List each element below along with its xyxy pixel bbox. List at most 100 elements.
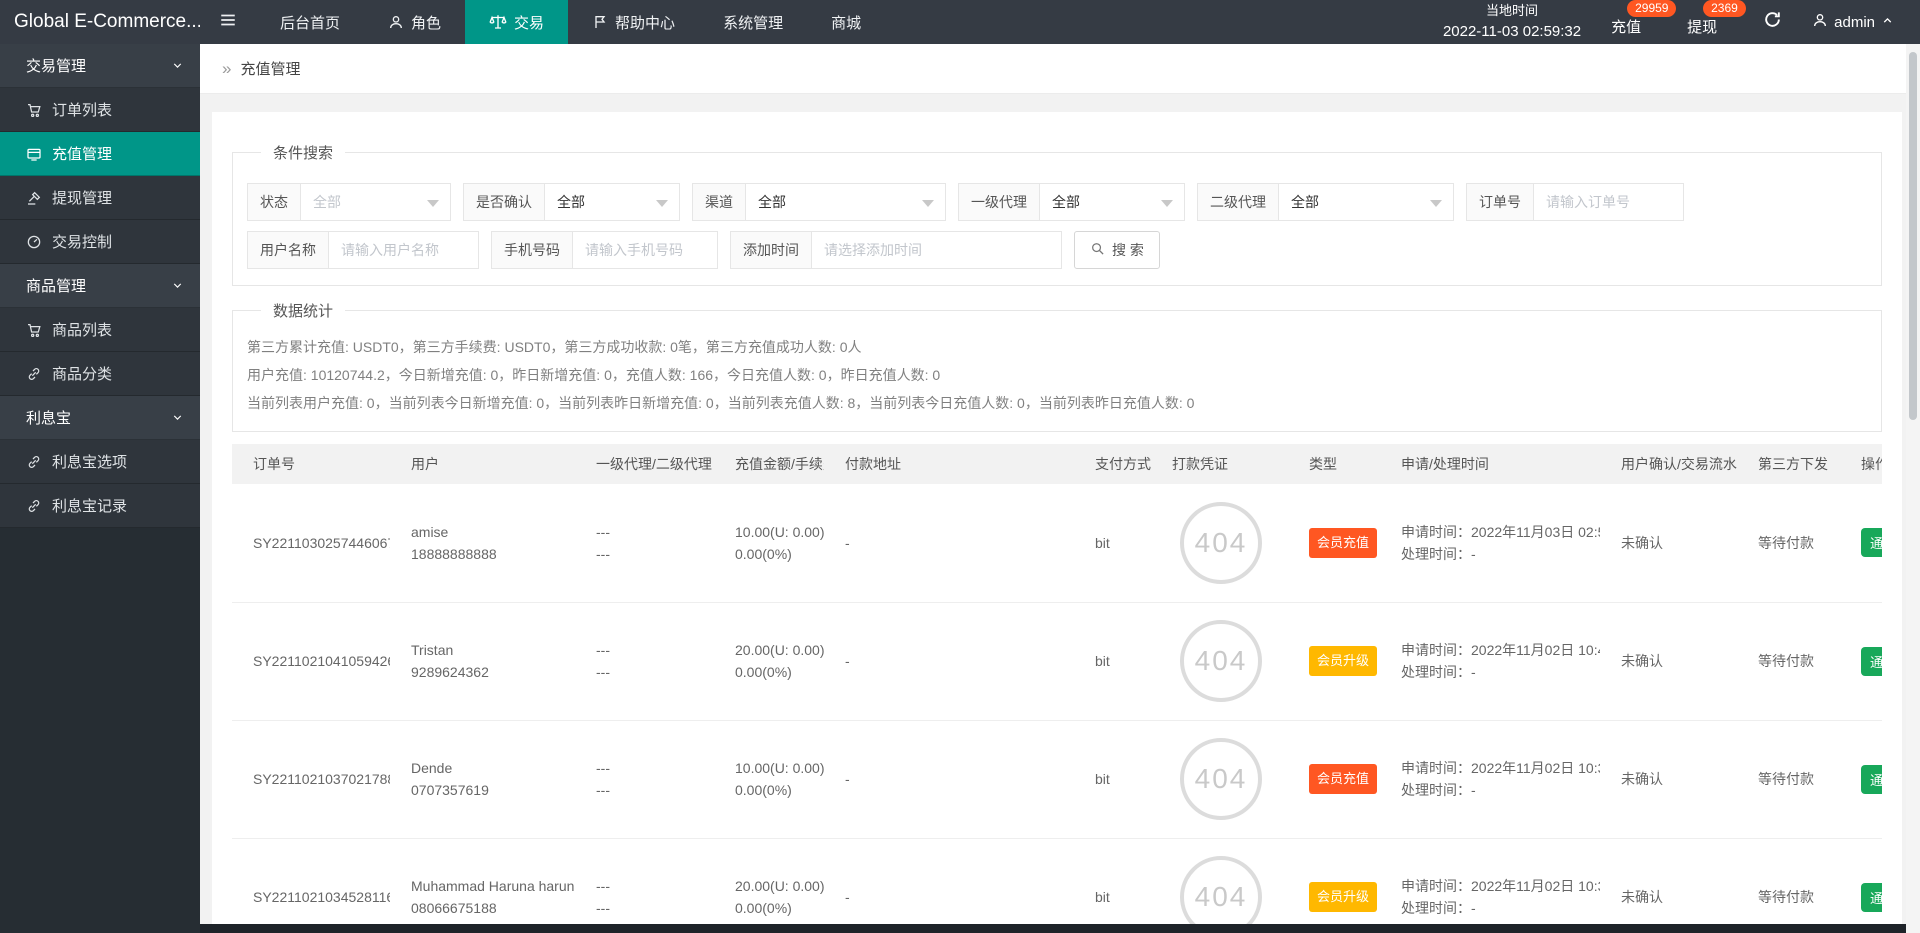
- voucher-image-placeholder[interactable]: 404: [1180, 738, 1262, 820]
- link-icon: [26, 366, 42, 382]
- stats-fieldset-legend: 数据统计: [261, 300, 345, 321]
- process-time: 处理时间：-: [1401, 779, 1592, 801]
- pass-button[interactable]: 通过: [1861, 765, 1882, 794]
- sidebar-group-trade-management[interactable]: 交易管理: [0, 44, 200, 88]
- agent2-select[interactable]: 全部: [1279, 183, 1454, 221]
- phone-filter: 手机号码: [491, 231, 718, 269]
- col-order-no: 订单号: [232, 444, 390, 484]
- order-no-filter-label: 订单号: [1466, 183, 1534, 221]
- scales-icon: [489, 13, 507, 31]
- sidebar-group-product-management[interactable]: 商品管理: [0, 264, 200, 308]
- cell-user-confirm: 未确认: [1600, 602, 1737, 720]
- type-badge: 会员升级: [1309, 882, 1377, 912]
- user-menu[interactable]: admin: [1812, 12, 1894, 32]
- recharge-table: 订单号 用户 一级代理/二级代理 充值金额/手续费 付款地址 支付方式 打款凭证…: [232, 444, 1882, 933]
- cell-user: Dende 0707357619: [390, 720, 575, 838]
- sidebar-item-product-category[interactable]: 商品分类: [0, 352, 200, 396]
- nav-item-system[interactable]: 系统管理: [699, 0, 807, 44]
- person-icon: [1812, 12, 1828, 32]
- caret-down-icon: [427, 200, 439, 207]
- cell-pay-address: -: [824, 838, 1074, 933]
- user-phone: 0707357619: [411, 779, 567, 801]
- add-time-input[interactable]: [812, 231, 1062, 269]
- agent2-filter-label: 二级代理: [1197, 183, 1279, 221]
- sidebar-item-recharge-management[interactable]: 充值管理: [0, 132, 200, 176]
- type-badge: 会员充值: [1309, 528, 1377, 558]
- sidebar-item-withdraw-management[interactable]: 提现管理: [0, 176, 200, 220]
- sidebar-group-interest-treasure[interactable]: 利息宝: [0, 396, 200, 440]
- user-name-input[interactable]: [329, 231, 479, 269]
- sidebar-item-trade-control[interactable]: 交易控制: [0, 220, 200, 264]
- table-row: SY2211030257446067 amise 18888888888 ---…: [232, 484, 1882, 602]
- vertical-scrollbar[interactable]: [1906, 44, 1920, 933]
- nav-item-help-center[interactable]: 帮助中心: [568, 0, 699, 44]
- cell-actions: 通过: [1840, 838, 1882, 933]
- voucher-image-placeholder[interactable]: 404: [1180, 620, 1262, 702]
- agent1-select[interactable]: 全部: [1040, 183, 1185, 221]
- voucher-image-placeholder[interactable]: 404: [1180, 856, 1262, 933]
- sidebar-item-interest-records[interactable]: 利息宝记录: [0, 484, 200, 528]
- cell-voucher: 404: [1151, 720, 1288, 838]
- cell-voucher: 404: [1151, 838, 1288, 933]
- nav-item-label: 商城: [831, 12, 861, 33]
- topbar-right: 当地时间 2022-11-03 02:59:32 29959 充值 2369 提…: [1443, 0, 1920, 44]
- sidebar-item-label: 商品分类: [52, 363, 112, 384]
- agent-level1: ---: [596, 875, 706, 897]
- cell-third-party: 等待付款: [1737, 720, 1840, 838]
- withdraw-quick-link[interactable]: 2369 提现: [1687, 8, 1717, 37]
- cell-pay-address: -: [824, 602, 1074, 720]
- pass-button[interactable]: 通过: [1861, 647, 1882, 676]
- cell-pay-address: -: [824, 720, 1074, 838]
- nav-item-dashboard[interactable]: 后台首页: [256, 0, 364, 44]
- sidebar-item-order-list[interactable]: 订单列表: [0, 88, 200, 132]
- withdraw-count-badge: 2369: [1703, 0, 1746, 17]
- sidebar-item-label: 利息宝选项: [52, 451, 127, 472]
- recharge-quick-link[interactable]: 29959 充值: [1611, 8, 1641, 37]
- nav-item-label: 帮助中心: [615, 12, 675, 33]
- fee-value: 0.00(0%): [735, 543, 816, 565]
- apply-time: 申请时间：2022年11月02日 10:34:52: [1401, 875, 1592, 897]
- topbar: Global E-Commerce... 后台首页 角色 交易 帮助中心: [0, 0, 1920, 44]
- order-no-input[interactable]: [1534, 183, 1684, 221]
- confirm-select-value: 全部: [557, 192, 585, 212]
- vertical-scrollbar-thumb[interactable]: [1909, 52, 1917, 420]
- status-select[interactable]: 全部: [301, 183, 451, 221]
- cell-times: 申请时间：2022年11月03日 02:57:44 处理时间：-: [1380, 484, 1600, 602]
- nav-item-roles[interactable]: 角色: [364, 0, 465, 44]
- caret-down-icon: [1161, 200, 1173, 207]
- search-icon: [1090, 241, 1105, 259]
- confirm-filter-label: 是否确认: [463, 183, 545, 221]
- horizontal-scrollbar[interactable]: [200, 924, 1906, 933]
- cell-third-party: 等待付款: [1737, 484, 1840, 602]
- gauge-icon: [26, 234, 42, 250]
- voucher-image-placeholder[interactable]: 404: [1180, 502, 1262, 584]
- cell-third-party: 等待付款: [1737, 838, 1840, 933]
- user-name-filter: 用户名称: [247, 231, 479, 269]
- sidebar-item-label: 交易控制: [52, 231, 112, 252]
- search-button[interactable]: 搜 索: [1074, 231, 1160, 269]
- col-voucher: 打款凭证: [1151, 444, 1288, 484]
- confirm-filter: 是否确认 全部: [463, 183, 680, 221]
- confirm-select[interactable]: 全部: [545, 183, 680, 221]
- cart-icon: [26, 322, 42, 338]
- col-user: 用户: [390, 444, 575, 484]
- sidebar-item-interest-options[interactable]: 利息宝选项: [0, 440, 200, 484]
- phone-input[interactable]: [573, 231, 718, 269]
- cell-user: Muhammad Haruna haruna 08066675188: [390, 838, 575, 933]
- cell-order-no: SY2211030257446067: [232, 484, 390, 602]
- pass-button[interactable]: 通过: [1861, 528, 1882, 557]
- nav-item-mall[interactable]: 商城: [807, 0, 885, 44]
- channel-select[interactable]: 全部: [746, 183, 946, 221]
- main-content: » 充值管理 条件搜索 状态 全部 是否确认 全部: [200, 44, 1906, 933]
- table-row: SY2211021034528116 Muhammad Haruna harun…: [232, 838, 1882, 933]
- status-filter: 状态 全部: [247, 183, 451, 221]
- refresh-button[interactable]: [1763, 10, 1782, 34]
- pass-button[interactable]: 通过: [1861, 883, 1882, 912]
- sidebar-item-product-list[interactable]: 商品列表: [0, 308, 200, 352]
- agent-level2: ---: [596, 661, 706, 683]
- recharge-count-badge: 29959: [1627, 0, 1676, 17]
- col-type: 类型: [1288, 444, 1380, 484]
- nav-item-trade[interactable]: 交易: [465, 0, 568, 44]
- menu-toggle-button[interactable]: [200, 0, 256, 44]
- table-row: SY2211021041059426 Tristan 9289624362 --…: [232, 602, 1882, 720]
